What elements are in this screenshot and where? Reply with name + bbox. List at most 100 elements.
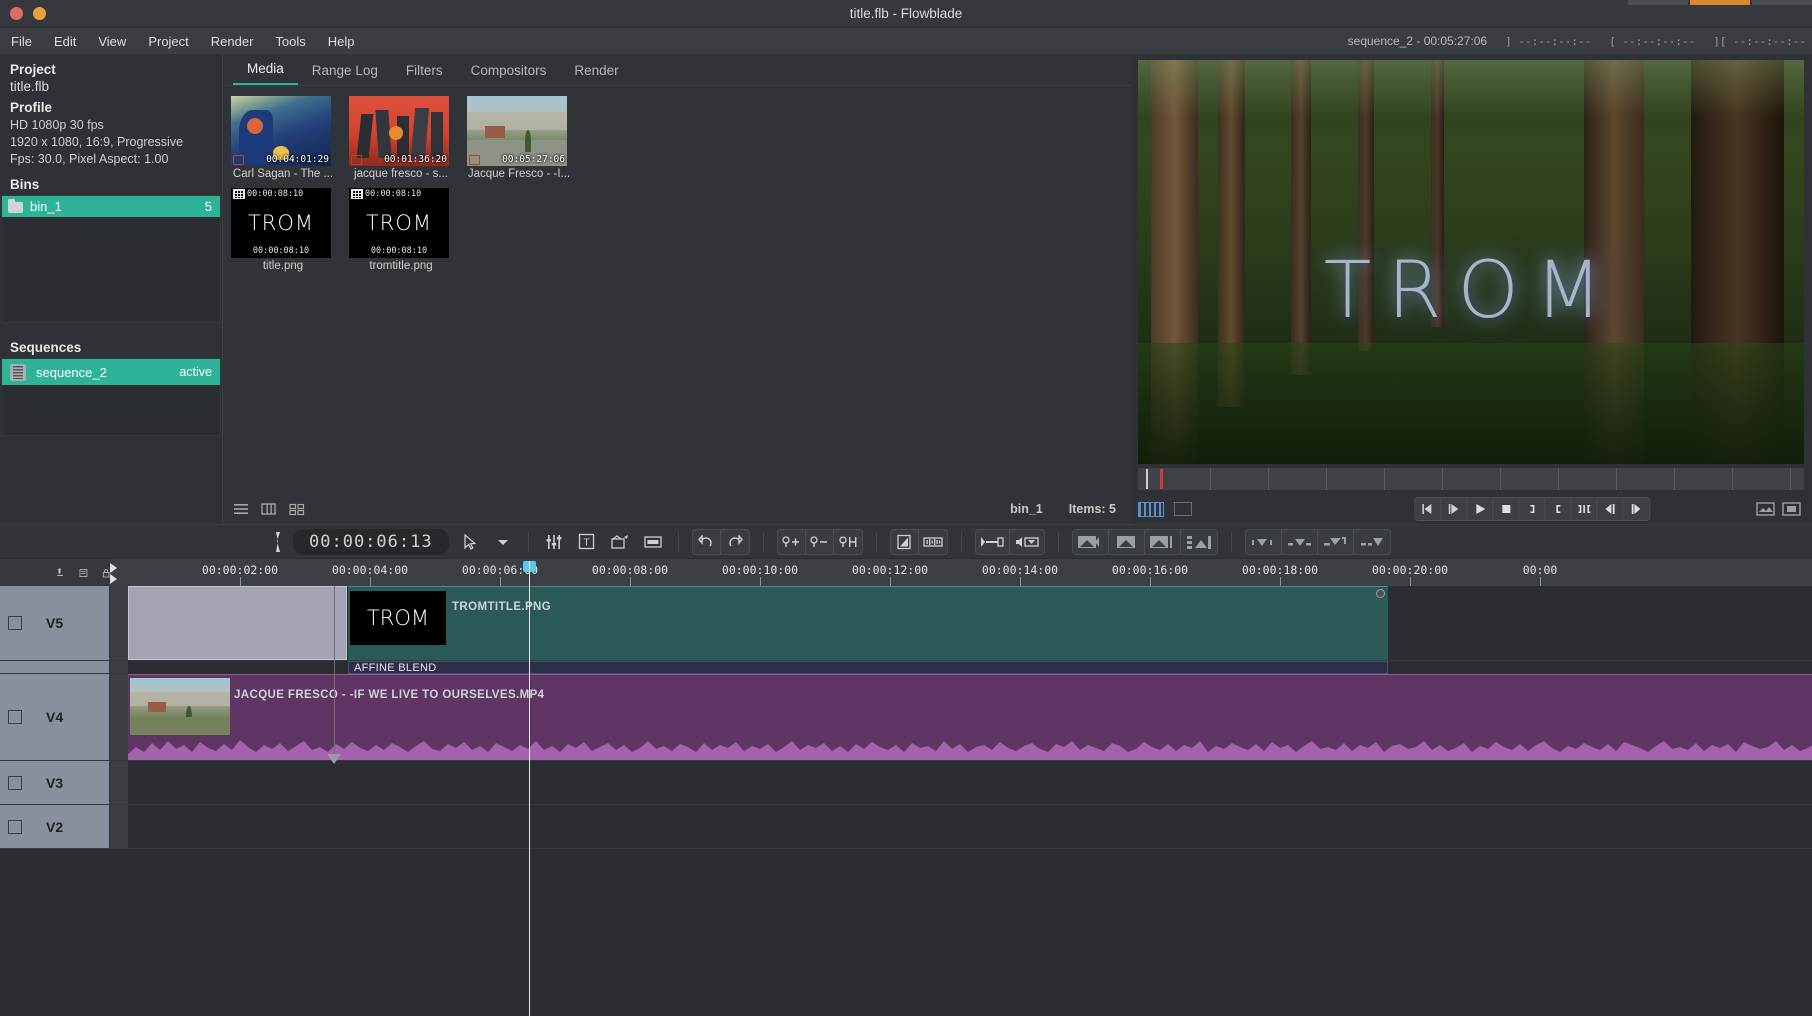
- track-header-v2[interactable]: V2: [0, 805, 110, 849]
- small-grid-view-icon[interactable]: [289, 502, 305, 516]
- timeline-tracks[interactable]: V5 TROM TROMTITLE.PNG AFFINE BLEND V4 JA…: [0, 586, 1812, 1016]
- tab-render[interactable]: Render: [560, 59, 632, 85]
- media-item[interactable]: 00:05:27:06 Jacque Fresco - -I...: [467, 96, 577, 180]
- timeline-clip-tromtitle[interactable]: TROM TROMTITLE.PNG: [348, 586, 1388, 660]
- minimize-window-button[interactable]: [33, 7, 46, 20]
- menu-file[interactable]: File: [0, 31, 43, 52]
- compositor-strip[interactable]: AFFINE BLEND: [0, 661, 1812, 674]
- titler-icon[interactable]: T: [575, 530, 599, 554]
- media-item[interactable]: 00:01:36:20 jacque fresco - s...: [349, 96, 459, 180]
- track-header-v3[interactable]: V3: [0, 761, 110, 805]
- menu-help[interactable]: Help: [317, 31, 366, 52]
- play-button[interactable]: [1467, 498, 1494, 520]
- audio-sync-icon[interactable]: [1009, 529, 1044, 554]
- media-plugin-icon[interactable]: [608, 530, 632, 554]
- sequence-list-item[interactable]: sequence_2 active: [2, 359, 220, 385]
- goto-mark-in-button[interactable]: [1597, 498, 1624, 520]
- media-item[interactable]: 00:00:08:10 TROM 00:00:08:10 title.png: [231, 188, 341, 272]
- sequence-monitor-icon[interactable]: [1174, 502, 1192, 516]
- monitor-playhead[interactable]: [1160, 469, 1163, 489]
- next-frame-button[interactable]: [1441, 498, 1468, 520]
- timeline-clip-blank[interactable]: [128, 586, 347, 660]
- append-edit-icon[interactable]: [1144, 529, 1181, 554]
- marker-list-icon[interactable]: [833, 529, 862, 554]
- media-thumbnail[interactable]: 00:00:08:10 TROM 00:00:08:10: [349, 188, 449, 258]
- multi-edit-icon[interactable]: [1180, 529, 1217, 554]
- sync-split-icon[interactable]: [975, 529, 1010, 554]
- clip-display-icon[interactable]: [890, 529, 919, 554]
- tool-select-icon[interactable]: [458, 530, 482, 554]
- bin-list-item[interactable]: bin_1 5: [2, 196, 220, 217]
- stop-button[interactable]: [1493, 498, 1520, 520]
- undo-icon[interactable]: [692, 529, 721, 554]
- goto-mark-out-button[interactable]: [1623, 498, 1650, 520]
- timeline-timecode[interactable]: 00:00:06:13: [293, 528, 449, 555]
- trim-clear-icon[interactable]: [1353, 529, 1390, 554]
- track-header-v5[interactable]: V5: [0, 586, 110, 661]
- timeline-track-v4[interactable]: V4 JACQUE FRESCO - -IF WE LIVE TO OURSEL…: [0, 674, 1812, 761]
- sequences-list[interactable]: sequence_2 active: [1, 358, 221, 436]
- track-audio-icon[interactable]: [8, 710, 22, 724]
- prev-frame-button[interactable]: [1415, 498, 1442, 520]
- menu-edit[interactable]: Edit: [43, 31, 87, 52]
- grid-view-icon[interactable]: [261, 502, 277, 516]
- trim-start-icon[interactable]: [1245, 529, 1282, 554]
- track-content-v2[interactable]: [128, 805, 1812, 849]
- trim-middle-icon[interactable]: [1281, 529, 1318, 554]
- timeline-track-v3[interactable]: V3: [0, 761, 1812, 805]
- tool-dropdown-icon[interactable]: [491, 530, 515, 554]
- mark-in-button[interactable]: [1519, 498, 1546, 520]
- timeline-ruler[interactable]: 00:00:02:00 00:00:04:00 00:00:06:00 00:00:0…: [0, 558, 1812, 587]
- mark-out-button[interactable]: [1545, 498, 1572, 520]
- track-content-v5[interactable]: TROM TROMTITLE.PNG: [128, 586, 1812, 661]
- media-item[interactable]: 00:04:01:29 Carl Sagan - The ...: [231, 96, 341, 180]
- compositor-content[interactable]: AFFINE BLEND: [128, 661, 1812, 674]
- close-window-button[interactable]: [10, 7, 23, 20]
- track-audio-icon[interactable]: [8, 775, 22, 790]
- track-properties-icon[interactable]: [79, 566, 88, 580]
- media-thumbnail[interactable]: 00:00:08:10 TROM 00:00:08:10: [231, 188, 331, 258]
- list-view-icon[interactable]: [233, 502, 249, 516]
- track-audio-icon[interactable]: [8, 616, 22, 630]
- menu-view[interactable]: View: [87, 31, 137, 52]
- generator-icon[interactable]: [641, 530, 665, 554]
- monitor-view-icon[interactable]: [1756, 501, 1776, 517]
- menu-tools[interactable]: Tools: [264, 31, 316, 52]
- tab-media[interactable]: Media: [233, 57, 298, 85]
- monitor-position-ruler[interactable]: [1138, 468, 1804, 490]
- video-preview[interactable]: TROM: [1138, 60, 1804, 464]
- monitor-fullscreen-icon[interactable]: [1782, 501, 1802, 517]
- media-thumbnail[interactable]: 00:01:36:20: [349, 96, 449, 166]
- bins-list[interactable]: bin_1 5: [1, 195, 221, 323]
- overwrite-edit-icon[interactable]: [1108, 529, 1145, 554]
- insert-marker-icon[interactable]: [270, 531, 284, 553]
- track-lock-icon[interactable]: [102, 566, 110, 581]
- track-content-v3[interactable]: [128, 761, 1812, 805]
- filters-icon[interactable]: [542, 530, 566, 554]
- track-insert-icon[interactable]: [56, 565, 65, 581]
- tab-range-log[interactable]: Range Log: [298, 59, 392, 85]
- menu-render[interactable]: Render: [200, 31, 265, 52]
- menu-project[interactable]: Project: [137, 31, 199, 52]
- timeline-clip-jacque-fresco[interactable]: JACQUE FRESCO - -IF WE LIVE TO OURSELVES…: [128, 674, 1812, 760]
- tab-compositors[interactable]: Compositors: [457, 59, 561, 85]
- remove-marker-icon[interactable]: [805, 529, 834, 554]
- add-marker-icon[interactable]: [777, 529, 806, 554]
- media-item[interactable]: 00:00:08:10 TROM 00:00:08:10 tromtitle.p…: [349, 188, 459, 272]
- clip-compositor-handle[interactable]: [1376, 589, 1385, 598]
- clear-marks-button[interactable]: [1571, 498, 1598, 520]
- redo-icon[interactable]: [720, 529, 749, 554]
- media-thumbnail[interactable]: 00:04:01:29: [231, 96, 331, 166]
- audio-display-icon[interactable]: [918, 529, 947, 554]
- timeline-track-v2[interactable]: V2: [0, 805, 1812, 849]
- trim-end-icon[interactable]: [1317, 529, 1354, 554]
- track-audio-icon[interactable]: [8, 819, 22, 834]
- track-content-v4[interactable]: JACQUE FRESCO - -IF WE LIVE TO OURSELVES…: [128, 674, 1812, 761]
- timeline-track-v5[interactable]: V5 TROM TROMTITLE.PNG: [0, 586, 1812, 661]
- track-header-v4[interactable]: V4: [0, 674, 110, 761]
- media-thumbnail[interactable]: 00:05:27:06: [467, 96, 567, 166]
- clip-monitor-icon[interactable]: [1138, 501, 1164, 517]
- tab-filters[interactable]: Filters: [392, 59, 457, 85]
- compositor-clip[interactable]: AFFINE BLEND: [348, 661, 1388, 674]
- insert-edit-icon[interactable]: [1072, 529, 1109, 554]
